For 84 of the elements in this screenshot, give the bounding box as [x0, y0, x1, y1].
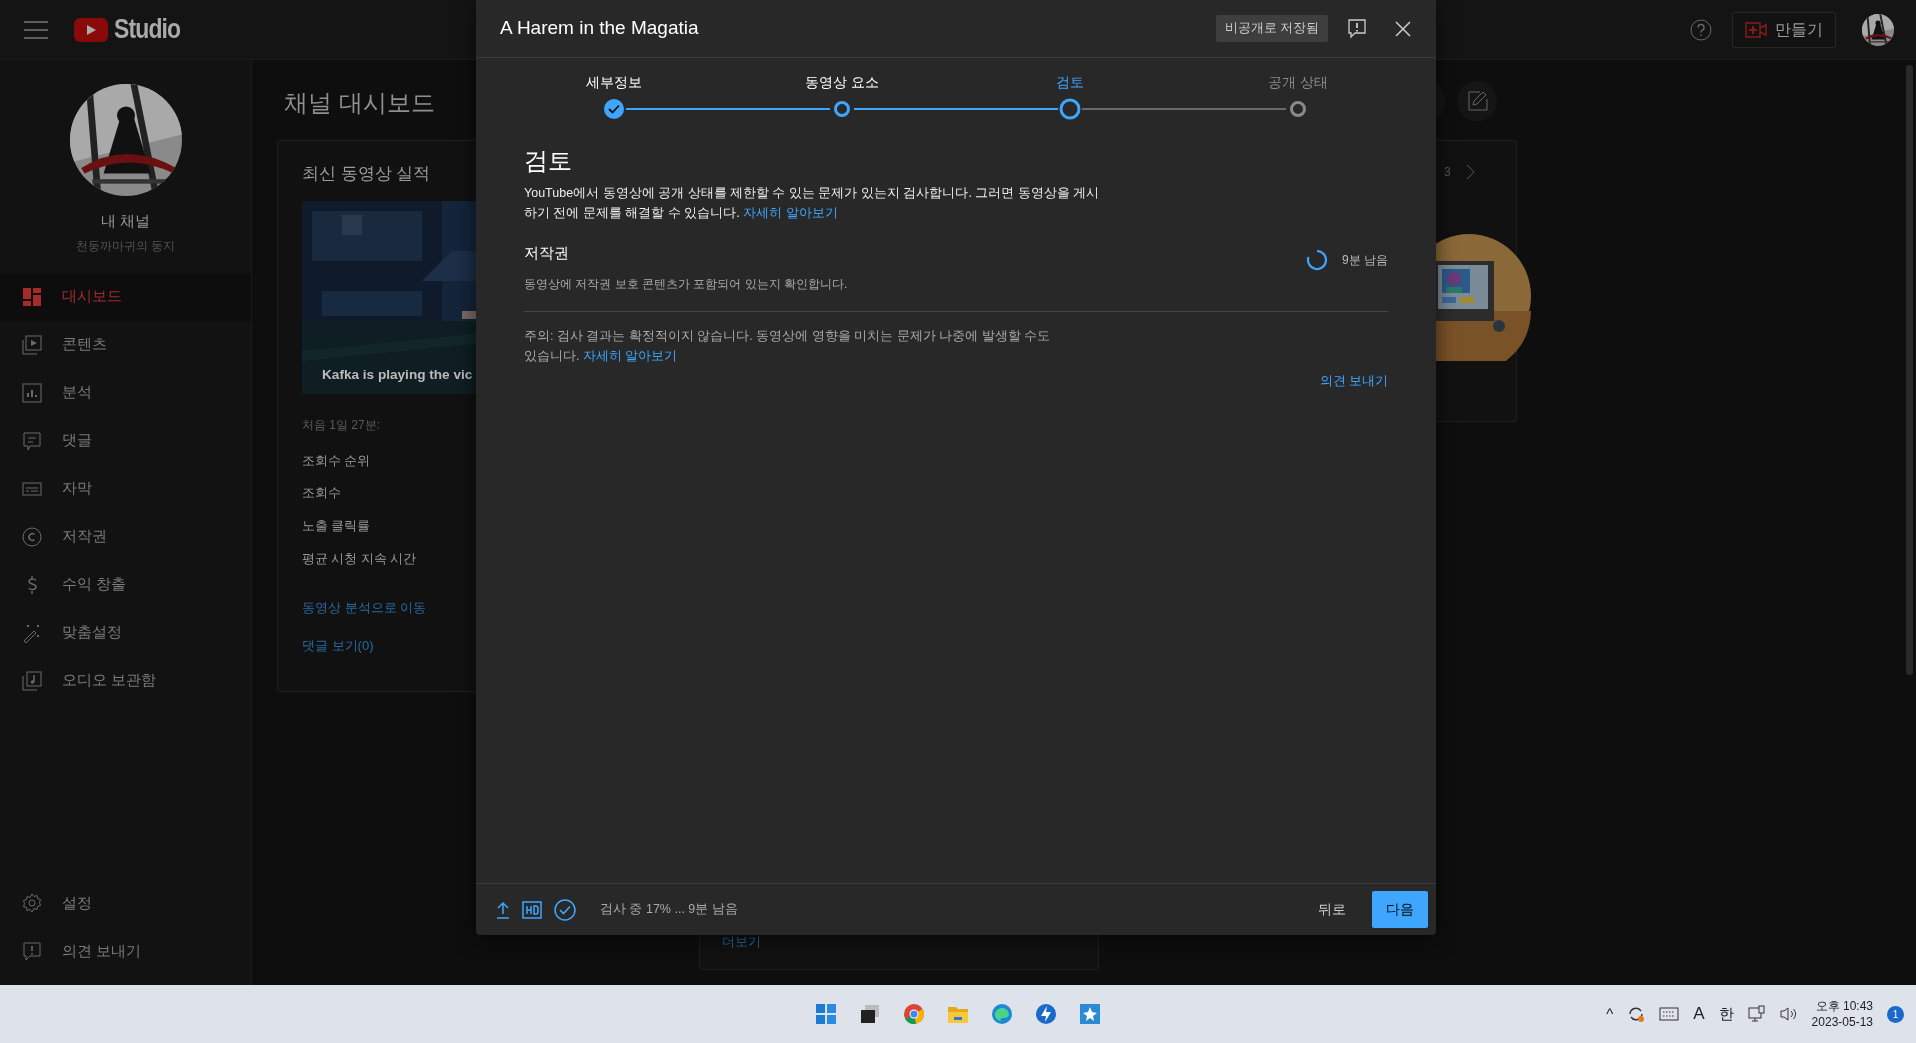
- feedback-link[interactable]: 의견 보내기: [1319, 371, 1388, 391]
- sidebar-item[interactable]: 콘텐츠: [0, 320, 251, 369]
- task-view-icon[interactable]: [858, 1002, 882, 1026]
- video-caption: Kafka is playing the vic: [322, 366, 473, 385]
- video-camera-icon: [1745, 21, 1767, 38]
- metric-label: 조회수 순위: [302, 453, 371, 468]
- sidebar-item[interactable]: 오디오 보관함: [0, 656, 251, 705]
- section-heading: 검토: [524, 146, 573, 176]
- learn-more-link[interactable]: 자세히 알아보기: [582, 348, 678, 363]
- check-description: 동영상에 저작권 보호 콘텐츠가 포함되어 있는지 확인합니다.: [524, 275, 848, 293]
- browser-icon[interactable]: [902, 1002, 926, 1026]
- bar-chart-icon: [22, 382, 42, 403]
- clock-time[interactable]: 오후 10:43: [1811, 998, 1873, 1014]
- menu-icon[interactable]: [24, 20, 48, 39]
- step-dot[interactable]: [604, 99, 624, 119]
- volume-icon[interactable]: [1779, 1006, 1798, 1022]
- clock-date[interactable]: 2023-05-13: [1811, 1014, 1873, 1030]
- step-dot[interactable]: [834, 101, 850, 117]
- dashboard-icon: [22, 286, 42, 307]
- next-button[interactable]: 다음: [1372, 891, 1428, 928]
- sidebar-item[interactable]: 저작권: [0, 512, 251, 561]
- network-icon[interactable]: [1747, 1005, 1766, 1023]
- sync-icon[interactable]: [1627, 1005, 1646, 1023]
- help-icon[interactable]: [1690, 18, 1712, 41]
- sidebar-item[interactable]: 수익 창출: [0, 560, 251, 609]
- feedback-icon: [22, 941, 42, 961]
- dialog-title: A Harem in the Magatia: [500, 16, 699, 41]
- page-indicator: 3: [1444, 164, 1451, 181]
- check-title: 저작권: [524, 244, 570, 263]
- tray-caret[interactable]: ^: [1606, 1002, 1614, 1026]
- progress-status: 검사 중 17% ... 9분 남음: [600, 901, 738, 919]
- step-label[interactable]: 세부정보: [586, 74, 642, 90]
- ime-indicator[interactable]: 한: [1718, 1002, 1734, 1026]
- upload-icon: [496, 900, 510, 919]
- channel-subtitle: 천둥까마귀의 둥지: [75, 237, 176, 255]
- link[interactable]: 댓글 보기(0): [302, 637, 374, 653]
- step-dot[interactable]: [1059, 98, 1081, 120]
- feedback-icon[interactable]: [1348, 18, 1366, 39]
- description-text: YouTube에서 동영상에 공개 상태를 제한할 수 있는 문제가 있는지 검사합니다. 그러면 동영상을 게시하기 전에 문제를 해결할 수 있습니다. 자세히 알아보기: [524, 185, 1101, 222]
- sidebar-item[interactable]: 설정: [0, 879, 251, 927]
- step-dot[interactable]: [1290, 101, 1306, 117]
- music-library-icon: [22, 670, 42, 691]
- back-button[interactable]: 뒤로: [1308, 891, 1356, 928]
- page-title: 채널 대시보드: [284, 88, 435, 118]
- app-icon[interactable]: [1078, 1002, 1102, 1026]
- settings-icon: [22, 893, 42, 913]
- logo-icon: [74, 17, 108, 42]
- step-label[interactable]: 공개 상태: [1268, 74, 1328, 90]
- spinner-icon: [1306, 249, 1328, 271]
- step-label[interactable]: 동영상 요소: [805, 74, 879, 90]
- video-icon: [22, 334, 42, 355]
- check-circle-icon: [554, 898, 576, 921]
- sidebar-item[interactable]: 분석: [0, 368, 251, 417]
- card-title: 최신 동영상 실적: [302, 164, 431, 183]
- sidebar-item[interactable]: 의견 보내기: [0, 927, 251, 975]
- metric-label: 노출 클릭률: [302, 519, 371, 533]
- channel-title: 내 채널: [100, 211, 151, 231]
- time-remaining: 9분 남음: [1342, 252, 1388, 269]
- period-label: 처음 1일 27분:: [302, 417, 381, 432]
- learn-more-link[interactable]: 자세히 알아보기: [743, 206, 838, 220]
- note-text: 주의: 검사 결과는 확정적이지 않습니다. 동영상에 영향을 미치는 문제가 나중에 발생할 수도 있습니다. 자세히 알아보기: [524, 327, 1052, 365]
- browser-icon[interactable]: [990, 1002, 1014, 1026]
- close-icon[interactable]: [1394, 19, 1412, 38]
- notification-badge[interactable]: 1: [1887, 1005, 1904, 1023]
- sidebar-item[interactable]: 맞춤설정: [0, 608, 251, 657]
- keyboard-icon[interactable]: [1659, 1007, 1680, 1021]
- input-mode-indicator[interactable]: A: [1693, 1001, 1705, 1027]
- copyright-icon: [22, 526, 42, 547]
- link[interactable]: 동영상 분석으로 이동: [302, 599, 427, 615]
- hd-icon: [522, 900, 542, 919]
- magic-wand-icon: [22, 622, 42, 643]
- logo-text: Studio: [114, 13, 181, 47]
- metric-label: 평균 시청 지속 시간: [302, 551, 417, 566]
- create-button[interactable]: 만들기: [1732, 11, 1836, 48]
- metric-label: 조회수: [302, 486, 341, 501]
- step-label[interactable]: 검토: [1056, 74, 1084, 90]
- status-badge: 비공개로 저장됨: [1215, 15, 1328, 42]
- sidebar-item[interactable]: 대시보드: [0, 272, 251, 321]
- comment-icon: [22, 430, 42, 451]
- lightning-icon[interactable]: [1034, 1002, 1058, 1026]
- sidebar-item[interactable]: 댓글: [0, 416, 251, 465]
- chevron-right-icon[interactable]: [1464, 164, 1475, 180]
- sidebar-item[interactable]: 자막: [0, 464, 251, 513]
- start-icon[interactable]: [814, 1002, 838, 1026]
